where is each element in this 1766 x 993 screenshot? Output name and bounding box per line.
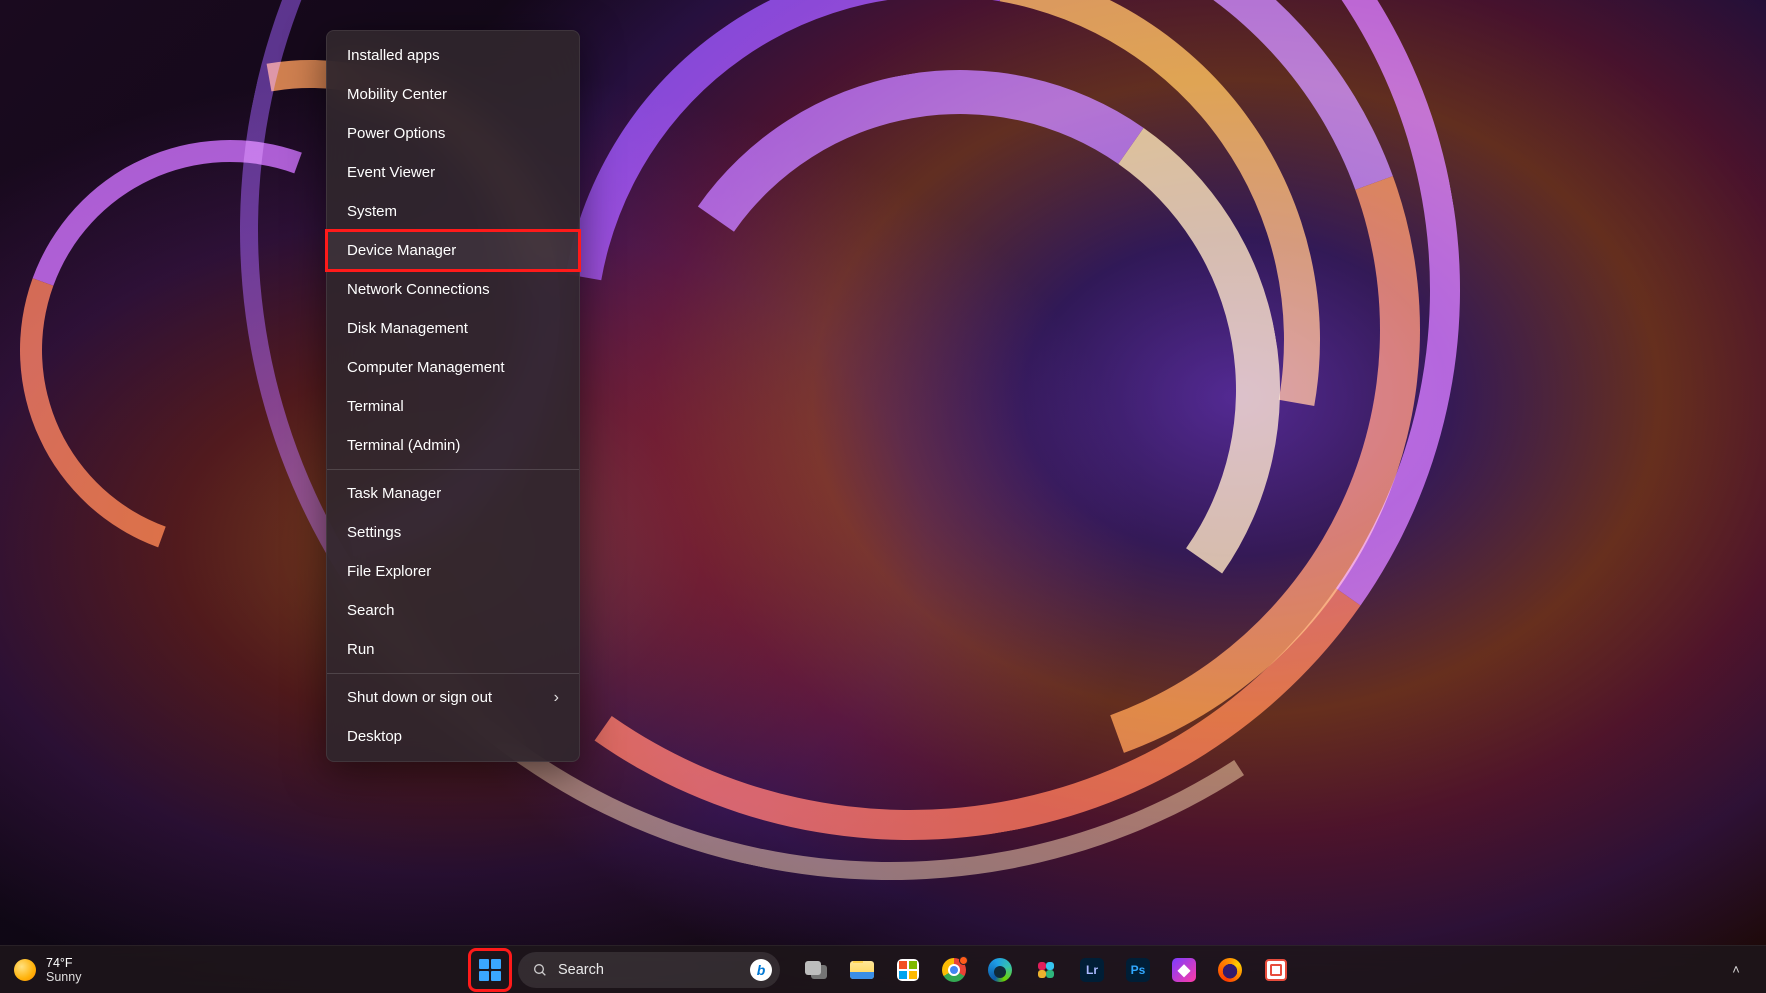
microsoft-store-icon (897, 959, 919, 981)
menu-item-label: Search (347, 602, 395, 619)
menu-item-terminal-admin[interactable]: Terminal (Admin) (327, 426, 579, 465)
menu-item-label: Shut down or sign out (347, 689, 492, 706)
menu-item-label: File Explorer (347, 563, 431, 580)
menu-item-search[interactable]: Search (327, 591, 579, 630)
menu-item-disk-management[interactable]: Disk Management (327, 309, 579, 348)
search-placeholder: Search (558, 962, 740, 978)
menu-item-label: Terminal (347, 398, 404, 415)
taskbar-app-affinity-photo[interactable]: ◆ (1164, 950, 1204, 990)
menu-item-label: Installed apps (347, 47, 440, 64)
tray-overflow-button[interactable]: ˄ (1716, 950, 1756, 990)
menu-item-shutdown-signout[interactable]: Shut down or sign out › (327, 678, 579, 717)
taskbar-app-file-explorer[interactable] (842, 950, 882, 990)
menu-item-network-connections[interactable]: Network Connections (327, 270, 579, 309)
taskbar-app-snipping-tool[interactable] (1256, 950, 1296, 990)
menu-item-settings[interactable]: Settings (327, 513, 579, 552)
chevron-right-icon: › (554, 689, 559, 707)
file-explorer-icon (850, 961, 874, 979)
winx-context-menu[interactable]: Installed apps Mobility Center Power Optio… (326, 30, 580, 762)
taskbar-search[interactable]: Search b (518, 952, 780, 988)
menu-separator (327, 469, 579, 470)
bing-icon[interactable]: b (750, 959, 772, 981)
taskbar-app-firefox[interactable] (1210, 950, 1250, 990)
menu-item-run[interactable]: Run (327, 630, 579, 669)
taskbar: 74°F Sunny Search b Lr Ps ◆ ˄ (0, 945, 1766, 993)
firefox-icon (1218, 958, 1242, 982)
menu-item-power-options[interactable]: Power Options (327, 114, 579, 153)
menu-item-label: Mobility Center (347, 86, 447, 103)
search-icon (532, 962, 548, 978)
weather-text: 74°F Sunny (46, 956, 81, 984)
chrome-icon (942, 958, 966, 982)
taskbar-right: ˄ (1716, 950, 1766, 990)
lightroom-icon: Lr (1080, 958, 1104, 982)
weather-sunny-icon (14, 959, 36, 981)
taskbar-pinned-apps: Lr Ps ◆ (796, 950, 1296, 990)
photoshop-icon: Ps (1126, 958, 1150, 982)
menu-item-label: Device Manager (347, 242, 456, 259)
menu-item-system[interactable]: System (327, 192, 579, 231)
taskbar-center: Search b Lr Ps ◆ (470, 950, 1296, 990)
chevron-up-icon: ˄ (1726, 962, 1746, 977)
menu-item-label: Computer Management (347, 359, 505, 376)
menu-item-installed-apps[interactable]: Installed apps (327, 36, 579, 75)
snipping-tool-icon (1265, 959, 1287, 981)
edge-icon (988, 958, 1012, 982)
taskbar-app-task-view[interactable] (796, 950, 836, 990)
taskbar-app-google-chrome[interactable] (934, 950, 974, 990)
menu-item-label: Disk Management (347, 320, 468, 337)
weather-desc: Sunny (46, 970, 81, 984)
menu-item-terminal[interactable]: Terminal (327, 387, 579, 426)
taskbar-app-slack[interactable] (1026, 950, 1066, 990)
taskbar-app-microsoft-edge[interactable] (980, 950, 1020, 990)
affinity-photo-icon: ◆ (1172, 958, 1196, 982)
taskbar-app-lightroom[interactable]: Lr (1072, 950, 1112, 990)
taskbar-app-photoshop[interactable]: Ps (1118, 950, 1158, 990)
menu-item-label: Run (347, 641, 375, 658)
menu-item-label: Task Manager (347, 485, 441, 502)
windows-logo-icon (479, 959, 501, 981)
menu-item-computer-management[interactable]: Computer Management (327, 348, 579, 387)
menu-item-device-manager[interactable]: Device Manager (327, 231, 579, 270)
menu-item-label: Network Connections (347, 281, 490, 298)
menu-item-label: Settings (347, 524, 401, 541)
menu-item-label: Event Viewer (347, 164, 435, 181)
menu-item-task-manager[interactable]: Task Manager (327, 474, 579, 513)
menu-item-label: Power Options (347, 125, 445, 142)
weather-temp: 74°F (46, 956, 81, 970)
menu-item-mobility-center[interactable]: Mobility Center (327, 75, 579, 114)
slack-icon (1035, 959, 1057, 981)
start-button[interactable] (470, 950, 510, 990)
desktop-wallpaper (0, 0, 1766, 993)
menu-item-label: System (347, 203, 397, 220)
menu-item-event-viewer[interactable]: Event Viewer (327, 153, 579, 192)
menu-item-label: Desktop (347, 728, 402, 745)
menu-separator (327, 673, 579, 674)
menu-item-label: Terminal (Admin) (347, 437, 460, 454)
menu-item-file-explorer[interactable]: File Explorer (327, 552, 579, 591)
notification-badge (959, 956, 968, 965)
task-view-icon (805, 961, 827, 979)
menu-item-desktop[interactable]: Desktop (327, 717, 579, 756)
taskbar-weather-widget[interactable]: 74°F Sunny (0, 956, 200, 984)
taskbar-app-microsoft-store[interactable] (888, 950, 928, 990)
